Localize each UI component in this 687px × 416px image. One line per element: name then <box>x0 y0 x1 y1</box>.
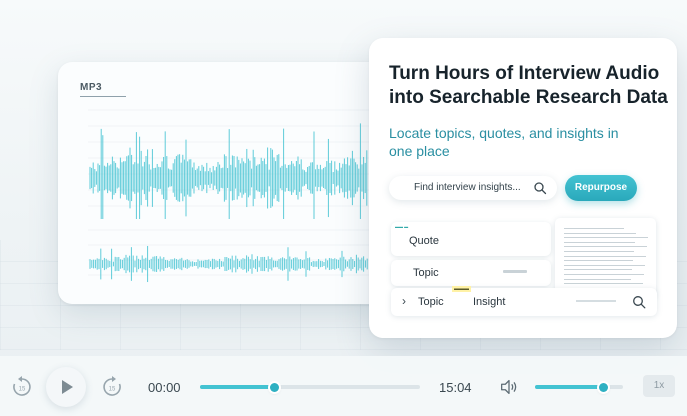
volume-slider[interactable] <box>535 382 623 392</box>
progress-slider[interactable] <box>200 382 420 392</box>
transcript-line <box>564 278 631 280</box>
duration: 15:04 <box>439 380 472 395</box>
search-icon[interactable] <box>632 295 646 309</box>
search-placeholder: Find interview insights... <box>414 182 521 193</box>
transcript-document <box>555 218 656 298</box>
headline: Turn Hours of Interview Audio into Searc… <box>389 63 668 108</box>
progress-fill <box>200 385 275 389</box>
svg-text:15: 15 <box>109 387 116 393</box>
search-icon <box>534 182 547 195</box>
mp3-label: MP3 <box>80 82 103 93</box>
volume-icon[interactable] <box>498 376 520 398</box>
repurpose-button[interactable]: Repurpose <box>565 175 637 201</box>
topic-card[interactable]: Topic <box>391 260 551 286</box>
waveform-top <box>88 109 370 219</box>
transcript-line <box>564 264 645 266</box>
transcript-line <box>564 283 643 285</box>
transcript-line <box>564 269 632 271</box>
current-time: 00:00 <box>148 380 181 395</box>
transcript-line <box>564 255 646 257</box>
transcript-line <box>564 251 634 252</box>
volume-fill <box>535 385 604 389</box>
play-button[interactable] <box>46 367 86 407</box>
transcript-line <box>564 246 647 248</box>
row-meta <box>576 300 616 302</box>
highlight-tag: ▬▬▬ <box>452 286 471 292</box>
topic-meta-icon <box>503 270 527 273</box>
quote-tag: ▬▬ ▬ <box>395 224 409 229</box>
forward-icon[interactable]: 15 <box>100 375 124 399</box>
transcript-line <box>564 260 633 262</box>
file-tab <box>72 62 182 100</box>
result-row[interactable]: › Topic ▬▬▬ Insight <box>391 286 657 316</box>
transcript-line <box>564 241 635 243</box>
transcript-line <box>564 237 648 239</box>
chevron-right-icon: › <box>402 294 406 308</box>
play-icon <box>62 380 73 394</box>
mp3-label-underline <box>80 96 126 97</box>
quote-label: Quote <box>409 235 439 247</box>
quote-card[interactable]: ▬▬ ▬ Quote <box>391 222 551 256</box>
progress-handle[interactable] <box>270 382 280 392</box>
svg-text:15: 15 <box>19 387 26 393</box>
search-input[interactable]: Find interview insights... <box>389 176 557 200</box>
transcript-line <box>564 274 644 275</box>
transcript-line <box>564 232 636 234</box>
topic-label: Topic <box>413 267 439 279</box>
playback-speed-button[interactable]: 1x <box>643 375 675 397</box>
row-insight-label: Insight <box>473 296 506 308</box>
row-topic-label: Topic <box>418 296 444 308</box>
rewind-icon[interactable]: 15 <box>10 375 34 399</box>
waveform-bottom <box>88 229 370 283</box>
transcript-line <box>564 228 624 229</box>
volume-handle[interactable] <box>599 382 609 392</box>
subheadline: Locate topics, quotes, and insights in o… <box>389 125 619 159</box>
